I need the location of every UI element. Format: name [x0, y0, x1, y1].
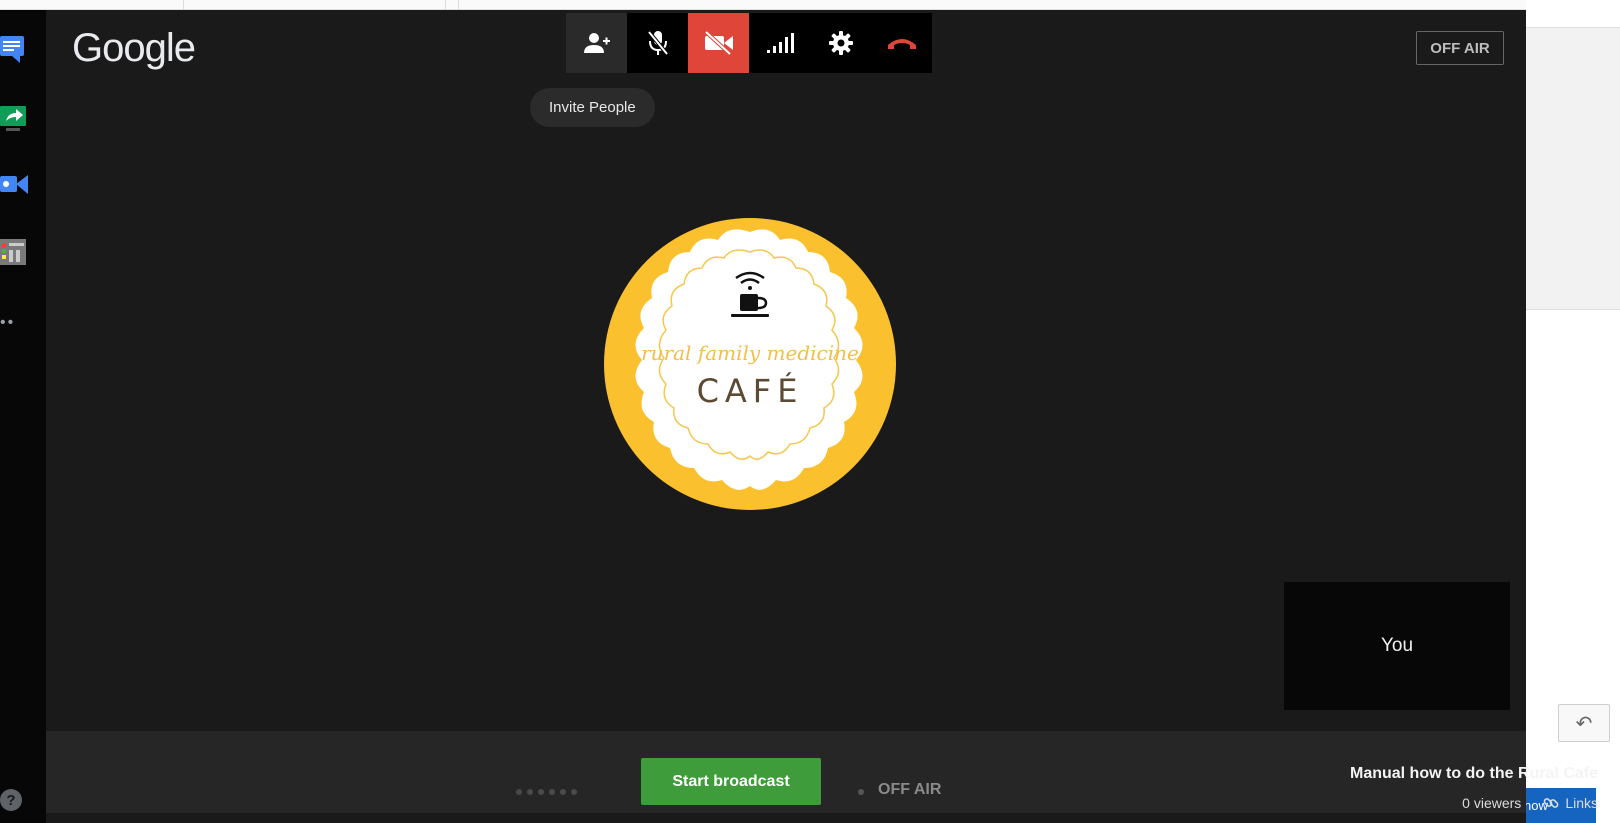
- viewer-count: 0 viewers: [1462, 795, 1522, 811]
- control-room-icon[interactable]: [0, 236, 28, 265]
- call-toolbar: [566, 13, 932, 73]
- background-page-top-strip: [1526, 0, 1620, 28]
- broadcast-status-text: OFF AIR: [878, 781, 942, 798]
- settings-button[interactable]: [810, 13, 871, 73]
- links-button[interactable]: Links: [1543, 795, 1598, 811]
- links-label: Links: [1565, 795, 1598, 811]
- broadcast-meta: 0 viewers Links: [1462, 795, 1598, 811]
- on-air-status-badge: OFF AIR: [1416, 31, 1504, 65]
- help-icon[interactable]: ?: [0, 789, 22, 811]
- chat-icon[interactable]: [0, 34, 28, 63]
- reply-icon: ↶: [1575, 712, 1593, 735]
- reply-button[interactable]: ↶: [1558, 704, 1610, 742]
- logo-script-text: rural family medicine: [641, 341, 859, 365]
- invite-people-button[interactable]: [566, 13, 627, 73]
- mic-off-icon: [646, 30, 669, 56]
- header-divider: [445, 0, 459, 10]
- video-app-icon[interactable]: [0, 170, 28, 198]
- gear-icon: [828, 31, 853, 55]
- person-add-icon: [583, 33, 610, 53]
- more-apps-icon[interactable]: ••: [0, 314, 15, 332]
- screenshare-icon[interactable]: [0, 104, 28, 132]
- link-icon: [1543, 798, 1559, 808]
- bandwidth-button[interactable]: [749, 13, 810, 73]
- camera-off-icon: [704, 30, 733, 56]
- rural-family-medicine-cafe-logo: rural family medicine CAFÉ: [604, 218, 896, 510]
- broadcast-title: Manual how to do the Rural Cafe: [1349, 765, 1598, 782]
- broadcast-status-dot: [858, 789, 864, 795]
- logo-main-text: CAFÉ: [697, 372, 804, 410]
- signal-bars-icon: [766, 33, 794, 53]
- hang-up-button[interactable]: [871, 13, 932, 73]
- mute-mic-button[interactable]: [627, 13, 688, 73]
- hang-up-icon: [887, 39, 916, 49]
- self-view-tile[interactable]: You: [1284, 582, 1510, 710]
- self-view-label: You: [1380, 635, 1414, 656]
- start-broadcast-button[interactable]: Start broadcast: [641, 758, 821, 805]
- signal-strength-dots: [516, 789, 577, 795]
- google-logo: Google: [72, 26, 196, 70]
- app-side-rail: •• ?: [0, 10, 46, 823]
- turn-off-camera-button[interactable]: [688, 13, 749, 73]
- invite-people-tooltip: Invite People: [530, 88, 655, 127]
- background-page-panel: [1526, 28, 1620, 310]
- header-divider: [183, 0, 184, 10]
- background-page-header: [0, 0, 1620, 10]
